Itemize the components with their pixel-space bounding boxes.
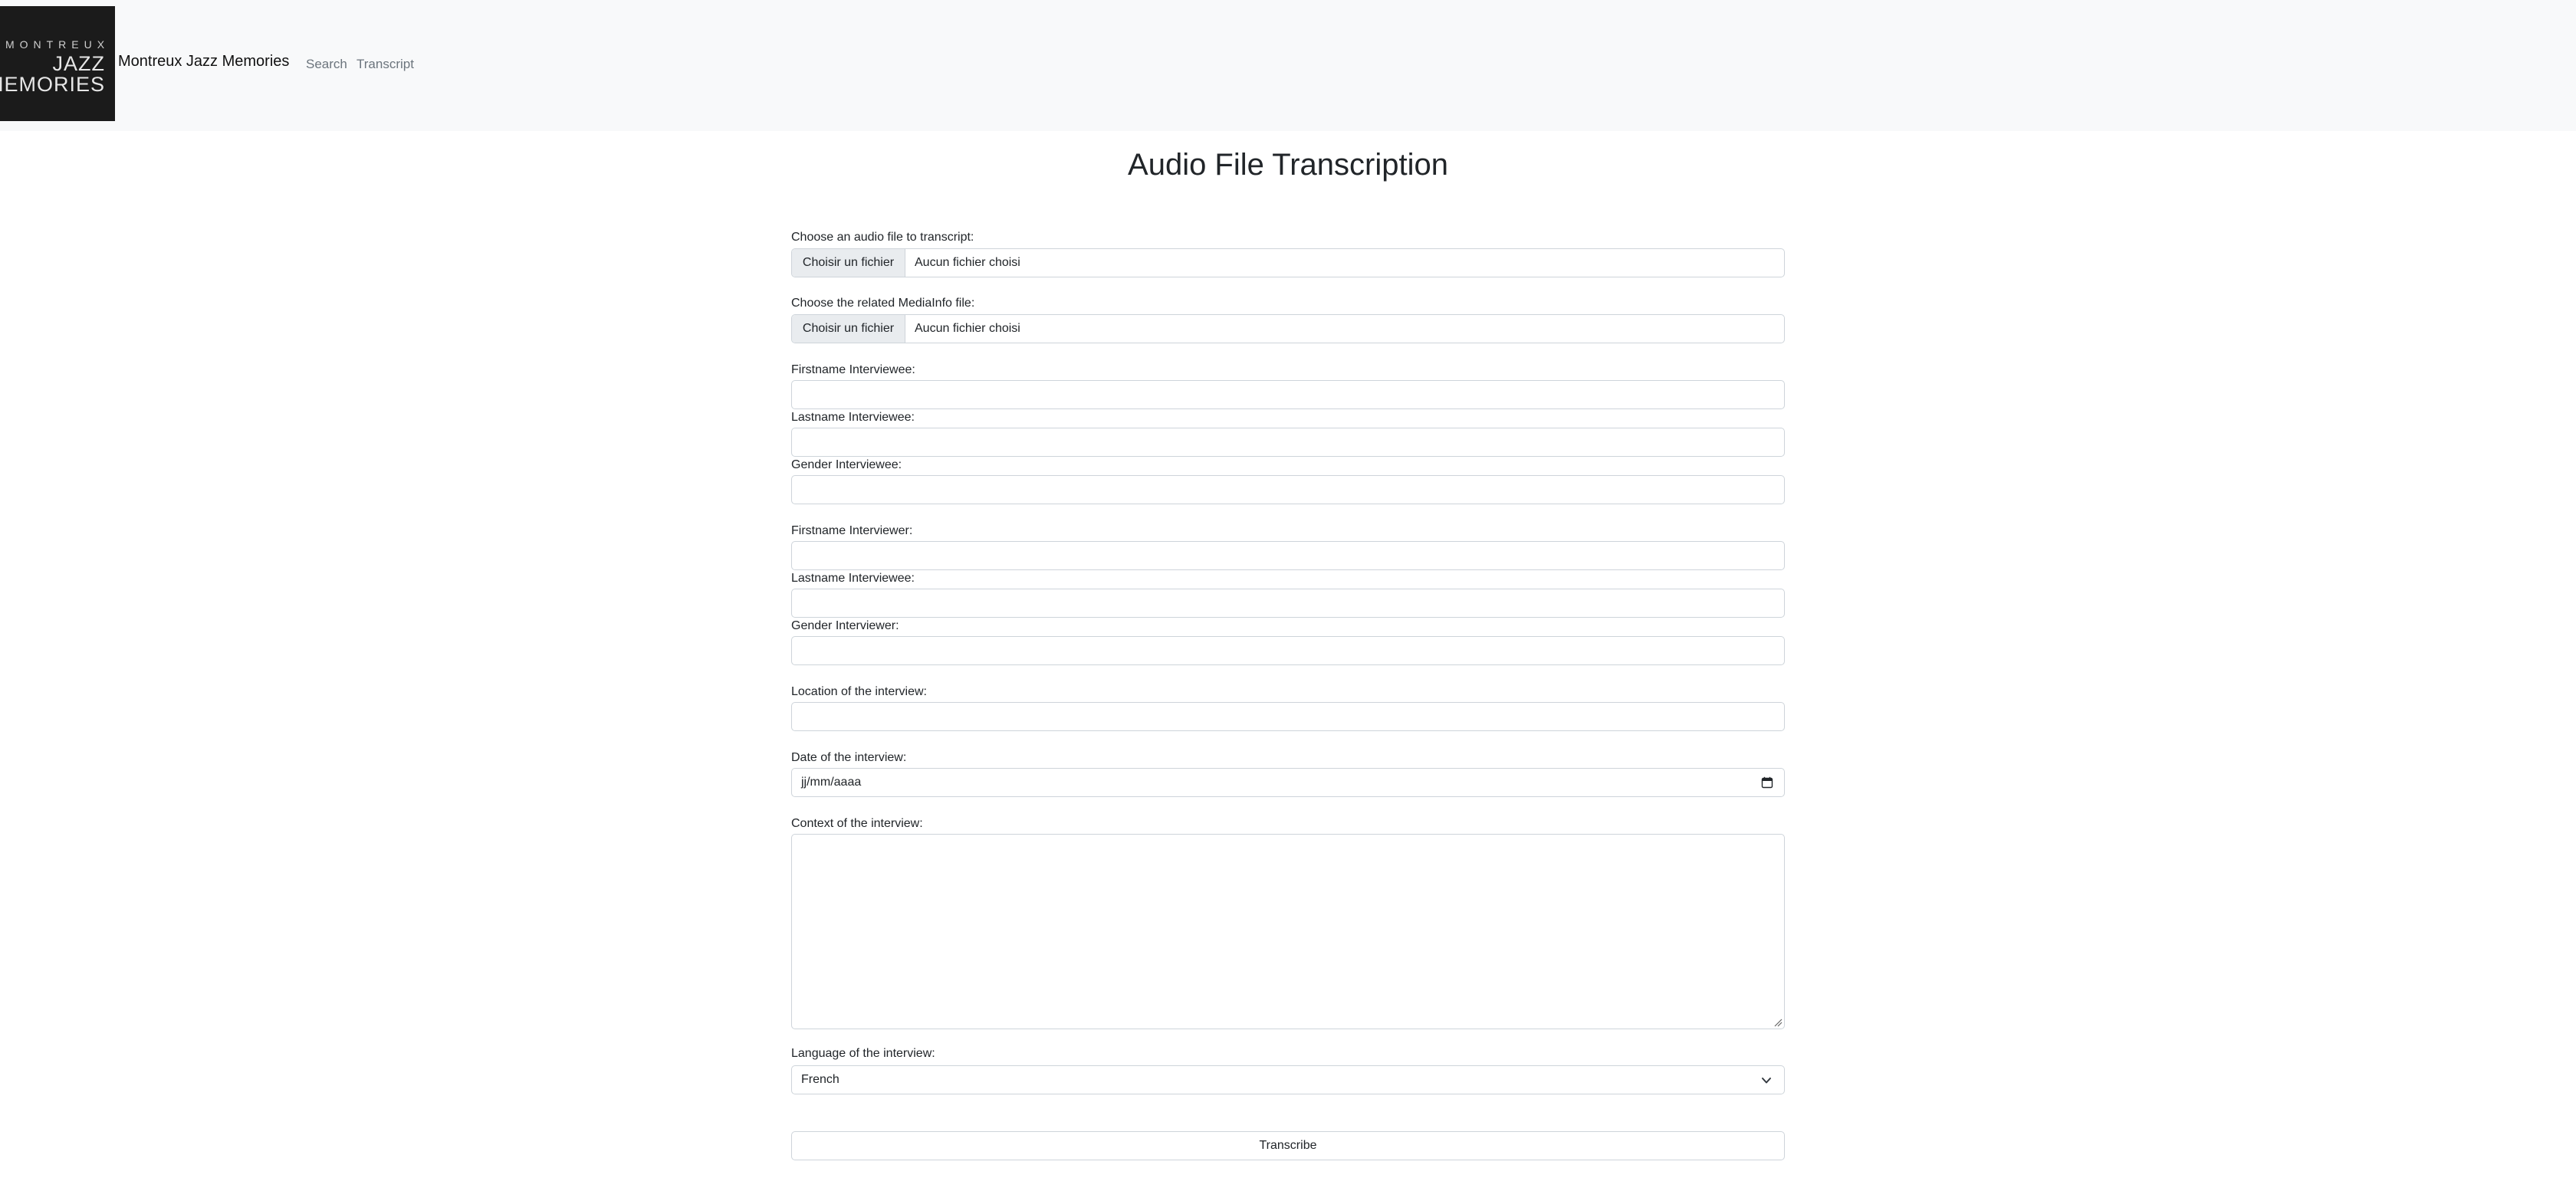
navbar: MONTREUX JAZZ MEMORIES Montreux Jazz Mem… — [0, 0, 2576, 131]
nav-link-transcript[interactable]: Transcript — [356, 57, 414, 72]
audio-file-choose-button[interactable]: Choisir un fichier — [792, 249, 905, 277]
language-select[interactable]: French — [791, 1065, 1785, 1094]
audio-file-label: Choose an audio file to transcript: — [791, 231, 974, 244]
gender-interviewer-input[interactable] — [791, 636, 1785, 665]
audio-file-input[interactable]: Choisir un fichier Aucun fichier choisi — [791, 248, 1785, 277]
calendar-icon[interactable] — [1761, 776, 1773, 789]
gender-interviewee-label: Gender Interviewee: — [791, 458, 902, 471]
mediainfo-file-status: Aucun fichier choisi — [915, 322, 1020, 335]
lastname-interviewer-input[interactable] — [791, 589, 1785, 618]
location-label: Location of the interview: — [791, 685, 927, 698]
date-input[interactable]: jj/mm/aaaa — [791, 768, 1785, 797]
mediainfo-file-input[interactable]: Choisir un fichier Aucun fichier choisi — [791, 314, 1785, 343]
date-label: Date of the interview: — [791, 751, 907, 764]
resize-handle-icon[interactable] — [1773, 1018, 1783, 1027]
lastname-interviewee-label: Lastname Interviewee: — [791, 411, 915, 424]
gender-interviewer-label: Gender Interviewer: — [791, 619, 899, 632]
language-label: Language of the interview: — [791, 1047, 935, 1060]
firstname-interviewer-input[interactable] — [791, 541, 1785, 570]
page-title: Audio File Transcription — [1128, 148, 1448, 182]
navbar-brand[interactable]: Montreux Jazz Memories — [118, 53, 289, 71]
firstname-interviewee-label: Firstname Interviewee: — [791, 363, 915, 376]
chevron-down-icon — [1762, 1078, 1771, 1084]
mediainfo-file-label: Choose the related MediaInfo file: — [791, 297, 975, 310]
gender-interviewee-input[interactable] — [791, 475, 1785, 504]
language-selected-value: French — [801, 1073, 840, 1086]
logo-line-montreux: MONTREUX — [5, 38, 110, 51]
context-textarea[interactable] — [791, 834, 1785, 1029]
audio-file-status: Aucun fichier choisi — [915, 256, 1020, 269]
firstname-interviewer-label: Firstname Interviewer: — [791, 524, 913, 537]
nav-link-search[interactable]: Search — [306, 57, 347, 72]
logo-line-memories: MEMORIES — [0, 73, 105, 96]
firstname-interviewee-input[interactable] — [791, 380, 1785, 409]
date-placeholder: jj/mm/aaaa — [801, 776, 862, 789]
transcribe-button[interactable]: Transcribe — [791, 1131, 1785, 1160]
lastname-interviewee-input[interactable] — [791, 428, 1785, 457]
location-input[interactable] — [791, 702, 1785, 731]
mediainfo-file-choose-button[interactable]: Choisir un fichier — [792, 315, 905, 343]
lastname-interviewer-label: Lastname Interviewee: — [791, 572, 915, 585]
context-label: Context of the interview: — [791, 817, 923, 830]
site-logo[interactable]: MONTREUX JAZZ MEMORIES — [0, 6, 115, 121]
